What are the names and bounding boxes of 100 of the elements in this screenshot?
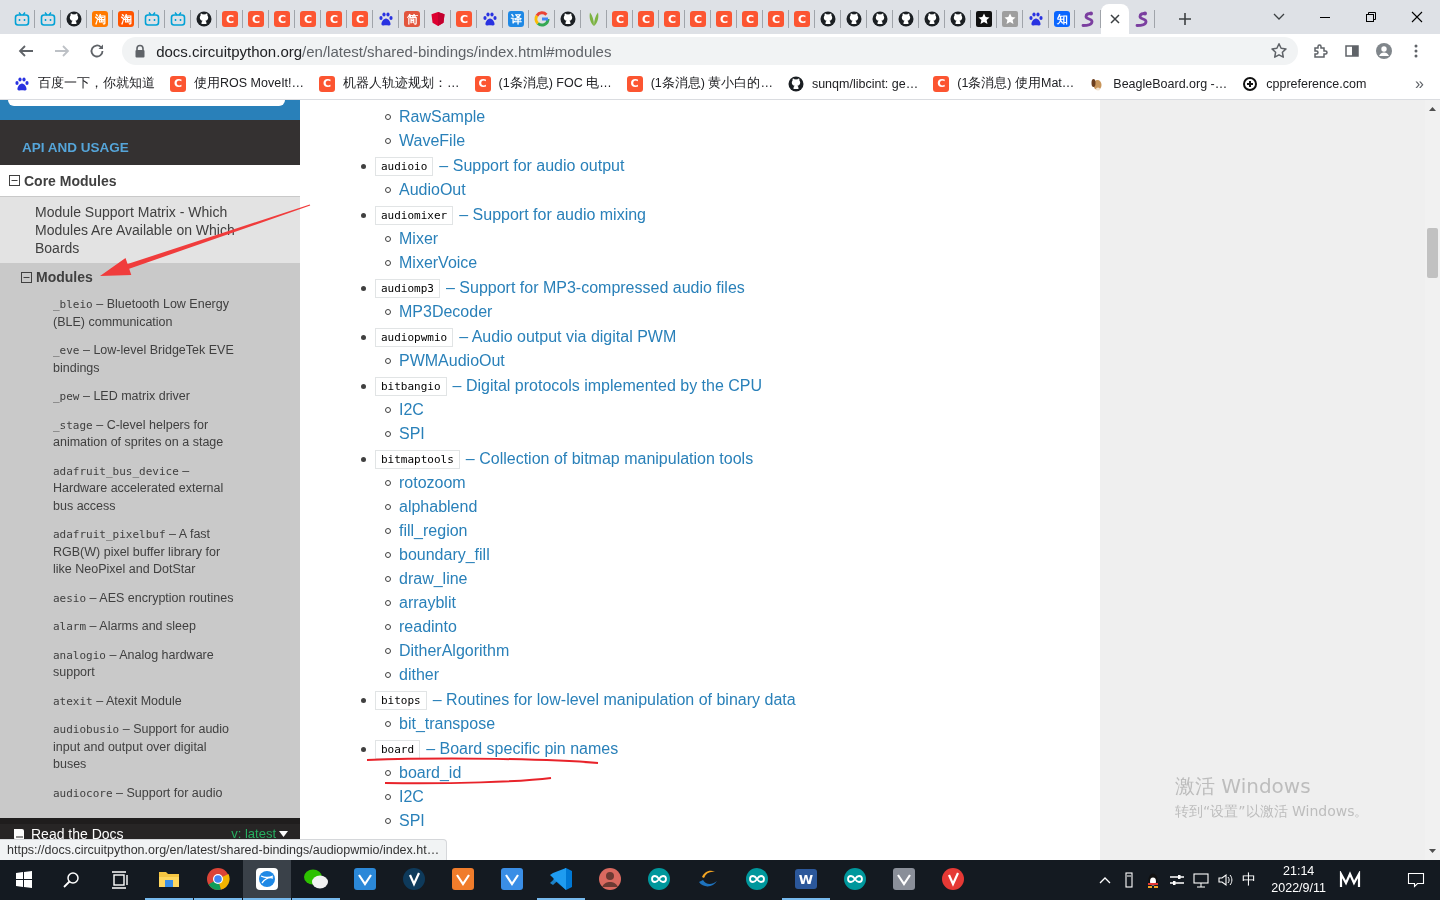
class-link[interactable]: SPI (399, 812, 425, 830)
paw-icon (482, 11, 498, 27)
nav-link[interactable]: audiobusio – Support for audio input and output over digital buses (0, 716, 235, 780)
nav-link[interactable]: Core Modules (0, 165, 300, 197)
globe-icon (255, 867, 279, 891)
search-icon (62, 870, 82, 890)
paw-icon (1028, 11, 1044, 27)
bookmark[interactable]: BeagleBoard.org -… (1089, 75, 1228, 92)
sliders-icon[interactable] (1169, 872, 1186, 888)
clock-date[interactable]: 2022/9/11 (1271, 880, 1326, 897)
class-link[interactable]: AudioOut (399, 181, 466, 199)
address-field[interactable]: docs.circuitpython.org/en/latest/shared-bindings/index.html#modules (122, 37, 1298, 65)
class-link[interactable]: dither (399, 666, 440, 684)
nav-link[interactable]: _eve – Low-level BridgeTek EVE bindings (0, 337, 235, 383)
class-link[interactable]: WaveFile (399, 132, 466, 150)
module-name[interactable]: audiomixer (375, 205, 454, 225)
bookmark[interactable]: C 机器人轨迹规划：… (319, 75, 460, 92)
monitor-icon[interactable] (1193, 872, 1210, 888)
module-name[interactable]: audioio (375, 156, 434, 176)
star-outline-icon[interactable] (1270, 42, 1288, 60)
module-link[interactable]: – Audio output via digital PWM (459, 328, 677, 346)
bookmark[interactable]: cppreference.com (1242, 75, 1367, 92)
nav-link[interactable]: atexit – Atexit Module (0, 687, 235, 716)
module-name[interactable]: board (375, 739, 421, 759)
input-method-indicator[interactable]: 中 (1237, 871, 1262, 889)
plus-circle-icon (1242, 75, 1259, 92)
class-link[interactable]: RawSample (399, 108, 486, 126)
class-link[interactable]: bit_transpose (399, 715, 496, 733)
clock-time[interactable]: 21:14 (1283, 863, 1315, 880)
bookmark[interactable]: C (1条消息) FOC 电… (474, 75, 612, 92)
nav-link[interactable]: audiocore – Support for audio (0, 779, 235, 808)
module-link[interactable]: – Digital protocols implemented by the CPU (452, 377, 763, 395)
letter-tile-icon: C (664, 11, 680, 27)
module-name[interactable]: audiopwmio (375, 327, 454, 347)
nav-link[interactable]: analogio – Analog hardware support (0, 641, 235, 688)
letter-tile-icon: C (222, 11, 238, 27)
class-link[interactable]: draw_line (399, 570, 468, 588)
letter-tile-icon: 译 (508, 11, 524, 27)
search-field[interactable] (8, 100, 285, 106)
class-link[interactable]: arrayblit (399, 594, 456, 612)
module-link[interactable]: – Support for MP3-compressed audio files (446, 279, 745, 297)
scroll-thumb[interactable] (1427, 228, 1438, 278)
tv-icon (170, 11, 186, 27)
ring-icon (534, 11, 550, 27)
nav-link[interactable]: Modules (0, 263, 300, 291)
module-link[interactable]: – Collection of bitmap manipulation tools (465, 450, 754, 468)
taskbar-app[interactable] (243, 860, 291, 900)
class-link[interactable]: DitherAlgorithm (399, 642, 510, 660)
status-url: https://docs.circuitpython.org/en/latest/shared-bindings/audiopwmio/index.ht… (0, 839, 448, 860)
letter-tile-icon: C (742, 11, 758, 27)
nav-link[interactable]: adafruit_bus_device – Hardware accelerated external bus access (0, 457, 235, 521)
nav-link[interactable]: _pew – LED matrix driver (0, 383, 235, 412)
cat-logo-icon (898, 11, 914, 27)
class-link[interactable]: MP3Decoder (399, 303, 493, 321)
class-link[interactable]: alphablend (399, 498, 478, 516)
speaker-icon[interactable] (1217, 872, 1234, 888)
bars-icon[interactable] (1339, 871, 1361, 889)
module-link[interactable]: – Routines for low-level manipulation of binary data (432, 691, 796, 709)
class-link[interactable]: MixerVoice (399, 254, 478, 272)
bookmark[interactable]: C (1条消息) 使用Mat… (933, 75, 1075, 92)
class-link[interactable]: board_id (399, 764, 462, 782)
more-bookmarks-button[interactable]: » (1415, 74, 1424, 93)
letter-tile-icon: 简 (404, 11, 420, 27)
letter-tile-icon: C (690, 11, 706, 27)
scrollbar[interactable] (1425, 100, 1440, 860)
class-link[interactable]: PWMAudioOut (399, 352, 505, 370)
bookmark[interactable]: sunqm/libcint: ge… (787, 75, 919, 92)
tv-icon (14, 11, 30, 27)
nav-link[interactable]: _stage – C-level helpers for animation of sprites on a stage (0, 411, 235, 458)
class-link[interactable]: rotozoom (399, 474, 466, 492)
minimize-icon (1320, 16, 1330, 18)
class-link[interactable]: boundary_fill (399, 546, 490, 564)
taskbar-app[interactable]: W (782, 860, 830, 900)
letter-tile-icon: C (794, 11, 810, 27)
class-link[interactable]: SPI (399, 425, 425, 443)
bookmark[interactable]: C 使用ROS MoveIt!… (170, 75, 305, 92)
class-link[interactable]: readinto (399, 618, 457, 636)
class-link[interactable]: I2C (399, 401, 424, 419)
class-link[interactable]: I2C (399, 788, 424, 806)
nav-link[interactable]: adafruit_pixelbuf – A fast RGB(W) pixel buffer library for like NeoPixel and DotStar (0, 521, 235, 585)
module-link[interactable]: – Support for audio output (439, 157, 625, 175)
bookmark[interactable]: 百度一下，你就知道 (14, 75, 155, 92)
module-name[interactable]: bitmaptools (375, 449, 460, 469)
tv-icon (144, 11, 160, 27)
module-link[interactable]: – Board specific pin names (426, 740, 619, 758)
cat-logo-icon (560, 11, 576, 27)
infinity-icon (745, 867, 769, 891)
module-name[interactable]: audiomp3 (375, 278, 440, 298)
module-name[interactable]: bitops (375, 690, 427, 710)
class-link[interactable]: fill_region (399, 522, 468, 540)
bookmark[interactable]: C (1条消息) 黄小白的… (626, 75, 773, 92)
class-link[interactable]: Mixer (399, 230, 439, 248)
letter-tile-icon: C (612, 11, 628, 27)
bullet (361, 163, 366, 169)
version-menu[interactable]: v: latest (231, 826, 276, 841)
module-name[interactable]: bitbangio (375, 376, 447, 396)
nav-link[interactable]: _bleio – Bluetooth Low Energy (BLE) communication (0, 291, 235, 337)
nav-link[interactable]: alarm – Alarms and sleep (0, 613, 235, 642)
module-link[interactable]: – Support for audio mixing (459, 206, 646, 224)
nav-link[interactable]: aesio – AES encryption routines (0, 584, 235, 613)
